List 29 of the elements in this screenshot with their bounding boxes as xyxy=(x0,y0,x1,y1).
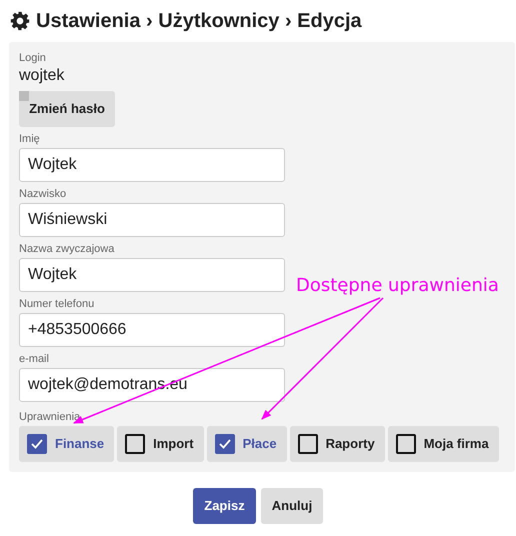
annotation-text: Dostępne uprawnienia xyxy=(296,274,499,298)
field-label: Login xyxy=(19,51,47,65)
input-field[interactable]: Wiśniewski xyxy=(19,203,285,237)
field-label: Numer telefonu xyxy=(19,297,96,311)
input-field[interactable]: Wojtek xyxy=(19,148,285,182)
permission-toggle[interactable]: Import xyxy=(117,426,204,462)
input-field[interactable]: +4853500666 xyxy=(19,313,285,347)
input-field[interactable]: Wojtek xyxy=(19,258,285,292)
page-title: Ustawienia › Użytkownicy › Edycja xyxy=(36,9,362,34)
login-value: wojtek xyxy=(19,66,66,86)
field-label: e-mail xyxy=(19,352,50,366)
permission-toggle[interactable]: Płace xyxy=(206,426,287,462)
checkbox[interactable] xyxy=(125,434,146,454)
save-button[interactable]: Zapisz xyxy=(193,488,256,524)
square-icon xyxy=(19,91,29,101)
settings-icon xyxy=(10,11,30,31)
field-label: Uprawnienia xyxy=(19,410,82,424)
field-label: Nazwisko xyxy=(19,187,68,201)
field-label: Nazwa zwyczajowa xyxy=(19,242,116,256)
field-label: Imię xyxy=(19,132,41,146)
permission-toggle[interactable]: Finanse xyxy=(19,426,114,462)
change-password-button[interactable]: Zmień hasło xyxy=(19,91,115,127)
permission-toggle[interactable]: Moja firma xyxy=(388,426,499,462)
checkbox[interactable] xyxy=(298,434,318,454)
checkbox[interactable] xyxy=(396,434,416,454)
cancel-button[interactable]: Anuluj xyxy=(261,488,323,524)
permission-toggle[interactable]: Raporty xyxy=(290,426,385,462)
checkbox[interactable] xyxy=(214,434,235,454)
checkbox[interactable] xyxy=(27,434,47,454)
